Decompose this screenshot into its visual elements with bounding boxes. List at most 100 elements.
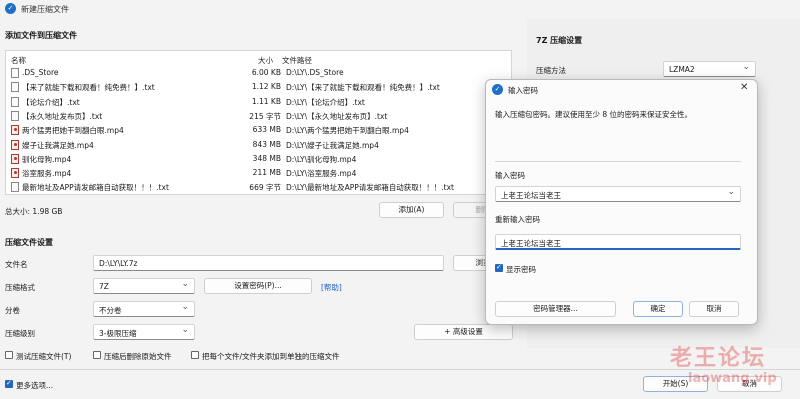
split-select[interactable]: 不分卷 xyxy=(93,301,195,317)
video-icon xyxy=(11,153,19,164)
close-icon[interactable]: ✕ xyxy=(740,82,748,93)
file-path: D:\LY\【论坛介绍】.txt xyxy=(286,97,365,107)
password-input[interactable]: 上老王论坛当老王 xyxy=(495,186,741,202)
file-path: D:\LY\【永久地址发布页】.txt xyxy=(286,111,388,121)
method-value: LZMA2 xyxy=(669,65,695,74)
files-section-title: 添加文件到压缩文件 xyxy=(5,31,77,40)
video-icon xyxy=(11,168,19,179)
table-row[interactable]: 驯化母狗.mp4 348 MB D:\LY\驯化母狗.mp4 xyxy=(6,152,511,166)
method-label: 压缩方法 xyxy=(536,66,566,75)
filename-input[interactable]: D:\LY\LY.7z xyxy=(93,255,444,271)
file-path: D:\LY\嫂子让我满足她.mp4 xyxy=(286,140,379,150)
format-value: 7Z xyxy=(99,282,109,291)
level-value: 3-极限压缩 xyxy=(99,329,137,338)
show-password-label: 显示密码 xyxy=(506,265,536,274)
video-icon xyxy=(11,125,19,136)
file-name: .DS_Store xyxy=(22,68,59,77)
file-path: D:\LY\浴室服务.mp4 xyxy=(286,169,357,179)
total-size: 总大小: 1.98 GB xyxy=(5,207,63,216)
show-password-checkbox[interactable] xyxy=(495,263,503,272)
format-label: 压缩格式 xyxy=(5,283,35,292)
file-size: 215 字节 xyxy=(249,111,281,121)
file-name: 【来了就能下载和观看！纯免费！】.txt xyxy=(22,83,155,93)
table-row[interactable]: .DS_Store 6.00 KB D:\LY\.DS_Store xyxy=(6,66,511,80)
watermark-text: 老王论坛 xyxy=(670,345,767,371)
dialog-description: 输入压缩包密码。建议使用至少 8 位的密码来保证安全性。 xyxy=(495,110,693,119)
file-size: 1.12 KB xyxy=(251,82,281,92)
help-link[interactable]: [帮助] xyxy=(321,282,342,293)
dialog-divider xyxy=(495,161,741,162)
table-row[interactable]: 【永久地址发布页】.txt 215 字节 D:\LY\【永久地址发布页】.txt xyxy=(6,109,511,123)
set-password-button[interactable]: 设置密码(P)... xyxy=(204,278,312,294)
table-row[interactable]: 【来了就能下载和观看！纯免费！】.txt 1.12 KB D:\LY\【来了就能下载… xyxy=(6,80,511,94)
more-options-checkbox[interactable] xyxy=(5,379,13,388)
split-value: 不分卷 xyxy=(99,306,122,315)
test-archive-label: 测试压缩文件(T) xyxy=(16,352,72,361)
file-name: 嫂子让我满足她.mp4 xyxy=(22,140,94,150)
ok-button[interactable]: 确定 xyxy=(633,301,683,317)
column-header-size[interactable]: 大小 xyxy=(258,55,273,66)
file-name: 两个猛男把她干到翻白眼.mp4 xyxy=(22,126,124,136)
level-label: 压缩级别 xyxy=(5,329,35,338)
password-label: 输入密码 xyxy=(495,171,525,180)
add-button[interactable]: 添加(A) xyxy=(379,202,444,218)
table-row[interactable]: 最新地址及APP请发邮箱自动获取！！！.txt 669 字节 D:\LY\最新地址及… xyxy=(6,180,511,194)
file-size: 6.00 KB xyxy=(251,68,281,77)
file-name: 【论坛介绍】.txt xyxy=(22,97,80,107)
test-archive-checkbox[interactable] xyxy=(5,351,13,359)
file-size: 843 MB xyxy=(252,139,281,149)
advanced-settings-button[interactable]: + 高级设置 xyxy=(414,324,513,340)
file-icon xyxy=(11,96,19,107)
file-size: 669 字节 xyxy=(249,183,281,193)
table-row[interactable]: 两个猛男把她干到翻白眼.mp4 633 MB D:\LY\两个猛男把她干到翻白眼.m… xyxy=(6,123,511,137)
dialog-cancel-button[interactable]: 取消 xyxy=(689,301,739,317)
window-title: 新建压缩文件 xyxy=(21,5,69,14)
format-select[interactable]: 7Z xyxy=(93,278,195,294)
file-name: 浴室服务.mp4 xyxy=(22,169,72,179)
password-manager-button[interactable]: 密码管理器... xyxy=(495,301,616,317)
file-size: 1.11 KB xyxy=(251,96,281,106)
more-options-label: 更多选项... xyxy=(16,381,54,390)
file-name: 最新地址及APP请发邮箱自动获取！！！.txt xyxy=(22,183,169,193)
confirm-password-label: 重新输入密码 xyxy=(495,215,540,224)
file-path: D:\LY\.DS_Store xyxy=(286,68,344,77)
file-path: D:\LY\两个猛男把她干到翻白眼.mp4 xyxy=(286,126,409,136)
table-row[interactable]: 浴室服务.mp4 211 MB D:\LY\浴室服务.mp4 xyxy=(6,166,511,180)
video-icon xyxy=(11,139,19,150)
watermark-url: laowang.vip xyxy=(688,371,777,386)
file-size: 211 MB xyxy=(252,168,281,178)
separate-archives-checkbox[interactable] xyxy=(191,351,199,359)
confirm-password-input[interactable]: 上老王论坛当老王 xyxy=(495,234,741,250)
format-settings-title: 7Z 压缩设置 xyxy=(536,36,583,45)
table-row[interactable]: 嫂子让我满足她.mp4 843 MB D:\LY\嫂子让我满足她.mp4 xyxy=(6,138,511,152)
delete-after-checkbox[interactable] xyxy=(93,351,101,359)
file-icon xyxy=(11,82,19,93)
password-value: 上老王论坛当老王 xyxy=(501,191,561,200)
filename-label: 文件名 xyxy=(5,260,28,269)
dialog-title: 输入密码 xyxy=(508,86,538,95)
delete-after-label: 压缩后删除原始文件 xyxy=(104,352,172,361)
file-path: D:\LY\驯化母狗.mp4 xyxy=(286,154,357,164)
password-dialog: ✓ 输入密码 ✕ 输入压缩包密码。建议使用至少 8 位的密码来保证安全性。 输入… xyxy=(485,79,758,325)
column-header-path[interactable]: 文件路径 xyxy=(282,55,312,66)
method-select[interactable]: LZMA2 xyxy=(663,61,756,77)
file-icon xyxy=(11,182,19,193)
column-header-name[interactable]: 名称 xyxy=(11,55,26,66)
file-path: D:\LY\【来了就能下载和观看！纯免费！】.txt xyxy=(286,83,440,93)
level-select[interactable]: 3-极限压缩 xyxy=(93,324,195,340)
separate-archives-label: 把每个文件/文件夹添加到单独的压缩文件 xyxy=(202,352,340,361)
file-icon xyxy=(11,110,19,121)
file-name: 【永久地址发布页】.txt xyxy=(22,111,103,121)
file-size: 348 MB xyxy=(252,153,281,163)
title-bar: ✓ 新建压缩文件 xyxy=(0,0,800,16)
split-label: 分卷 xyxy=(5,306,20,315)
file-path: D:\LY\最新地址及APP请发邮箱自动获取！！！.txt xyxy=(286,183,454,193)
file-size: 633 MB xyxy=(252,125,281,135)
settings-section-title: 压缩文件设置 xyxy=(5,238,53,247)
dialog-logo-icon: ✓ xyxy=(492,84,503,95)
table-row[interactable]: 【论坛介绍】.txt 1.11 KB D:\LY\【论坛介绍】.txt xyxy=(6,95,511,109)
file-name: 驯化母狗.mp4 xyxy=(22,154,72,164)
file-icon xyxy=(11,68,19,78)
file-table[interactable]: 名称 大小 文件路径 .DS_Store 6.00 KB D:\LY\.DS_Sto… xyxy=(5,50,512,195)
app-logo-icon: ✓ xyxy=(5,3,16,14)
